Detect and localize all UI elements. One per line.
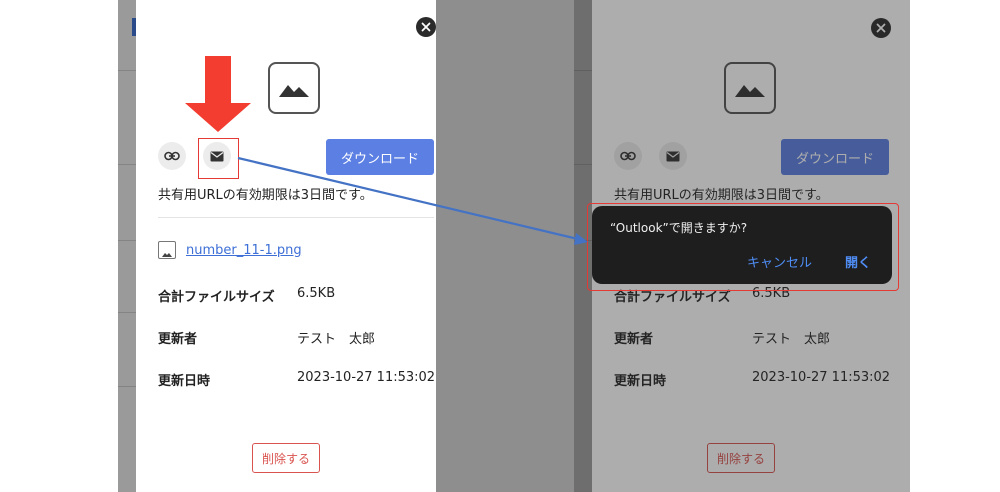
section-divider bbox=[158, 217, 434, 218]
updated-at-value: 2023-10-27 11:53:02 bbox=[297, 370, 436, 385]
background-divider bbox=[118, 164, 136, 165]
download-button[interactable]: ダウンロード bbox=[326, 139, 434, 175]
mail-button-highlight bbox=[198, 138, 239, 179]
file-detail-panel: ダウンロード 共有用URLの有効期限は3日間です。 number_11-1.pn… bbox=[136, 0, 436, 492]
updated-by-label: 更新者 bbox=[158, 332, 198, 347]
link-icon bbox=[164, 151, 180, 161]
updated-at-label: 更新日時 bbox=[158, 374, 211, 389]
background-divider bbox=[118, 240, 136, 241]
copy-link-button[interactable] bbox=[158, 142, 186, 170]
image-icon bbox=[279, 85, 309, 97]
background-divider bbox=[118, 312, 136, 313]
dialog-highlight bbox=[587, 203, 899, 291]
file-size-label: 合計ファイルサイズ bbox=[158, 290, 275, 305]
updated-by-value: テスト 太郎 bbox=[297, 332, 376, 347]
expiry-note: 共有用URLの有効期限は3日間です。 bbox=[158, 188, 373, 203]
close-icon bbox=[421, 22, 431, 32]
image-icon bbox=[162, 253, 172, 257]
screenshot-after: ダウンロード 共有用URLの有効期限は3日間です。 合計ファイルサイズ 6.5K… bbox=[574, 0, 910, 492]
image-file-icon bbox=[158, 241, 176, 259]
background-divider bbox=[118, 70, 136, 71]
background-divider bbox=[118, 386, 136, 387]
screenshot-before: ダウンロード 共有用URLの有効期限は3日間です。 number_11-1.pn… bbox=[118, 0, 574, 492]
file-name-row: number_11-1.png bbox=[158, 241, 302, 259]
file-name-link[interactable]: number_11-1.png bbox=[186, 243, 302, 258]
background-page-strip bbox=[118, 0, 136, 492]
delete-button[interactable]: 削除する bbox=[252, 443, 320, 473]
file-size-value: 6.5KB bbox=[297, 286, 336, 301]
file-thumbnail bbox=[268, 62, 320, 114]
close-button[interactable] bbox=[416, 17, 436, 37]
